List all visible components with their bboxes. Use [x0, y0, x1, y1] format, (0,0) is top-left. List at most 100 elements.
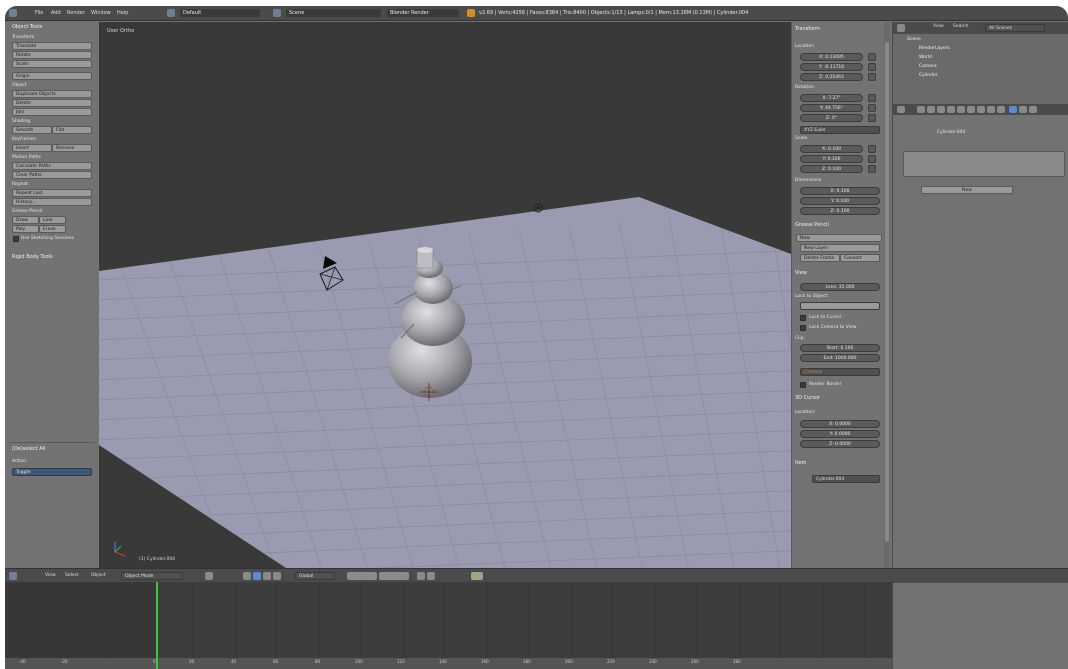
current-frame-indicator[interactable] [156, 582, 158, 669]
render-engine-select[interactable]: Blender Render [387, 9, 459, 17]
grease-new-button[interactable]: New [796, 234, 882, 242]
cursor-y-field[interactable]: Y: 0.0000 [800, 430, 880, 438]
lock-icon[interactable] [868, 145, 876, 153]
menu-render[interactable]: Render [67, 9, 85, 17]
outliner-view-menu[interactable]: View [933, 24, 944, 29]
lock-icon[interactable] [868, 155, 876, 163]
dimension-x-field[interactable]: X: 0.100 [800, 187, 880, 195]
translate-button[interactable]: Translate [12, 42, 92, 50]
clear-paths-button[interactable]: Clear Paths [12, 171, 92, 179]
menu-add[interactable]: Add [51, 9, 61, 17]
new-layer-button[interactable]: New Layer [800, 244, 880, 252]
layers-grid-icon[interactable] [347, 572, 377, 580]
item-panel-title[interactable]: Item [795, 460, 806, 467]
outliner-row-renderlayers[interactable]: RenderLayers [893, 44, 1068, 53]
poly-button[interactable]: Poly [12, 225, 39, 233]
location-z-field[interactable]: Z: 0.25463 [800, 73, 863, 81]
translate-manipulator-icon[interactable] [253, 572, 261, 580]
panel-title-rigid-body[interactable]: Rigid Body Tools [12, 254, 53, 261]
render-border-checkbox[interactable] [800, 382, 806, 388]
draw-button[interactable]: Draw [12, 216, 39, 224]
lock-icon[interactable] [868, 104, 876, 112]
scale-manipulator-icon[interactable] [273, 572, 281, 580]
location-y-field[interactable]: Y: -0.11716 [800, 63, 863, 71]
data-tab-icon[interactable] [987, 106, 995, 113]
rotation-mode-select[interactable]: XYZ Euler [800, 126, 880, 134]
texture-slot-list[interactable] [903, 151, 1065, 177]
timeline-editor[interactable]: -40 -20 0 20 40 60 80 100 120 140 160 18… [5, 582, 892, 669]
scale-button[interactable]: Scale [12, 60, 92, 68]
lock-icon[interactable] [868, 165, 876, 173]
menu-help[interactable]: Help [117, 9, 128, 17]
timeline-ruler[interactable]: -40 -20 0 20 40 60 80 100 120 140 160 18… [5, 658, 892, 669]
clip-start-field[interactable]: Start: 0.100 [800, 344, 880, 352]
lock-cursor-checkbox[interactable] [800, 315, 806, 321]
outliner-search-menu[interactable]: Search [953, 24, 968, 29]
material-tab-icon[interactable] [997, 106, 1005, 113]
rotation-y-field[interactable]: Y: 44.756° [800, 104, 863, 112]
scroll-thumb[interactable] [885, 42, 889, 542]
3d-viewport[interactable]: User Ortho (1) Cylinder.004 [99, 22, 887, 570]
menu-select[interactable]: Select [65, 572, 79, 580]
texture-tab-icon[interactable] [1009, 106, 1017, 113]
item-name-field[interactable]: Cylinder.004 [812, 475, 880, 483]
lock-icon[interactable] [868, 114, 876, 122]
outliner-row-cylinder[interactable]: Cylinder [893, 71, 1068, 80]
scene-tab-icon[interactable] [937, 106, 945, 113]
view-panel-title[interactable]: View [795, 270, 807, 277]
dimension-z-field[interactable]: Z: 0.100 [800, 207, 880, 215]
physics-tab-icon[interactable] [1029, 106, 1037, 113]
join-button[interactable]: Join [12, 108, 92, 116]
menu-window[interactable]: Window [91, 9, 111, 17]
world-tab-icon[interactable] [947, 106, 955, 113]
menu-view[interactable]: View [45, 572, 56, 580]
shading-icon[interactable] [205, 572, 213, 580]
snap-icon[interactable] [417, 572, 425, 580]
lock-icon[interactable] [868, 53, 876, 61]
dimension-y-field[interactable]: Y: 0.100 [800, 197, 880, 205]
cursor-x-field[interactable]: X: 0.0000 [800, 420, 880, 428]
lock-icon[interactable] [868, 73, 876, 81]
outliner-row-scene[interactable]: Scene [893, 35, 1068, 44]
scale-y-field[interactable]: Y: 0.100 [800, 155, 863, 163]
origin-button[interactable]: Origin [12, 72, 92, 80]
rotate-button[interactable]: Rotate [12, 51, 92, 59]
sketching-checkbox[interactable] [13, 236, 19, 242]
delete-button[interactable]: Delete [12, 99, 92, 107]
scale-z-field[interactable]: Z: 0.100 [800, 165, 863, 173]
grease-pencil-panel-title[interactable]: Grease Pencil [795, 222, 829, 229]
constraints-tab-icon[interactable] [967, 106, 975, 113]
location-x-field[interactable]: X: 0.13095 [800, 53, 863, 61]
repeat-last-button[interactable]: Repeat Last [12, 189, 92, 197]
flat-button[interactable]: Flat [52, 126, 92, 134]
calculate-paths-button[interactable]: Calculate Paths [12, 162, 92, 170]
pivot-select[interactable]: Global [295, 572, 335, 580]
modifiers-tab-icon[interactable] [977, 106, 985, 113]
editor-type-icon[interactable] [9, 9, 17, 17]
scene-select[interactable]: Scene [286, 9, 381, 17]
outliner-filter-select[interactable]: All Scenes [985, 24, 1045, 32]
render-icon[interactable] [471, 572, 483, 580]
new-texture-button[interactable]: New [921, 186, 1013, 194]
outliner-row-world[interactable]: World [893, 53, 1068, 62]
layout-select[interactable]: Default [180, 9, 260, 17]
local-camera-field[interactable]: Camera [800, 368, 880, 376]
lock-object-field[interactable] [800, 302, 880, 310]
editor-type-icon[interactable] [9, 572, 17, 580]
action-select[interactable]: Toggle [12, 468, 92, 476]
delete-frame-button[interactable]: Delete Frame [800, 254, 840, 262]
lens-field[interactable]: Lens: 35.000 [800, 283, 880, 291]
mode-select[interactable]: Object Mode [121, 572, 183, 580]
render-tab-icon[interactable] [917, 106, 925, 113]
rotation-x-field[interactable]: X: 7.27° [800, 94, 863, 102]
particles-tab-icon[interactable] [1019, 106, 1027, 113]
smooth-button[interactable]: Smooth [12, 126, 52, 134]
render-preview-icon[interactable] [427, 572, 435, 580]
panel-title-object-tools[interactable]: Object Tools [12, 24, 42, 31]
clip-end-field[interactable]: End: 1000.000 [800, 354, 880, 362]
npanel-scrollbar[interactable] [884, 22, 890, 570]
rotation-z-field[interactable]: Z: 0° [800, 114, 863, 122]
manipulator-icon[interactable] [243, 572, 251, 580]
layers-tab-icon[interactable] [927, 106, 935, 113]
menu-file[interactable]: File [35, 9, 43, 17]
